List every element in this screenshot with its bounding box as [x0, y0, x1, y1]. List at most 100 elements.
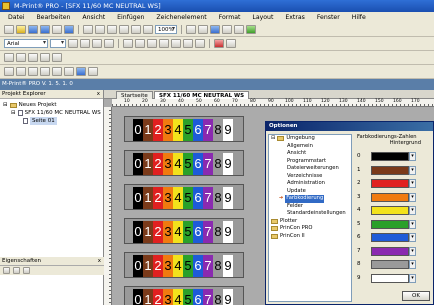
font-size-select[interactable]: [50, 39, 66, 48]
options-tree-item-selected[interactable]: ➔ Farbkodierung: [269, 195, 351, 203]
options-tree-item[interactable]: Plotter: [269, 218, 351, 226]
menu-format[interactable]: Format: [214, 12, 246, 23]
print-preview-icon[interactable]: [64, 25, 74, 34]
close-icon[interactable]: x: [98, 257, 101, 266]
label-strip[interactable]: 0123456789: [124, 252, 244, 278]
tree-item-project[interactable]: ⊟ Neues Projekt: [3, 101, 103, 109]
expand-icon[interactable]: ⊟: [271, 135, 275, 143]
strikethrough-icon[interactable]: [104, 39, 114, 48]
open-icon[interactable]: [16, 25, 26, 34]
delete-icon[interactable]: [119, 25, 129, 34]
options-tree-item[interactable]: Programmstart: [269, 158, 351, 166]
options-tree-item[interactable]: ⊟ Umgebung: [269, 135, 351, 143]
options-tree-item[interactable]: Verzeichnisse: [269, 173, 351, 181]
menu-extras[interactable]: Extras: [280, 12, 310, 23]
color-swatch[interactable]: [371, 273, 409, 283]
options-tree-item[interactable]: Administration: [269, 180, 351, 188]
expand-icon[interactable]: ⊟: [11, 109, 16, 117]
options-tree-item[interactable]: PrinCon PRO: [269, 225, 351, 233]
options-tree-item[interactable]: Ansicht: [269, 150, 351, 158]
polygon-tool-icon[interactable]: [64, 67, 74, 76]
options-tree-item[interactable]: PrinCon II: [269, 233, 351, 241]
chevron-down-icon[interactable]: ▾: [409, 179, 416, 188]
menu-bearbeiten[interactable]: Bearbeiten: [31, 12, 75, 23]
frame-icon[interactable]: [195, 39, 205, 48]
menu-einfuegen[interactable]: Einfügen: [112, 12, 149, 23]
label-strip[interactable]: 0123456789: [124, 286, 244, 305]
label-strip[interactable]: 0123456789: [124, 218, 244, 244]
barcode-tool-icon[interactable]: [88, 67, 98, 76]
layout-icon[interactable]: [210, 25, 220, 34]
cut-icon[interactable]: [83, 25, 93, 34]
print-icon[interactable]: [52, 25, 62, 34]
categorized-icon[interactable]: [3, 267, 10, 274]
justify-icon[interactable]: [159, 39, 169, 48]
text-tool-icon[interactable]: [16, 67, 26, 76]
options-tree-item[interactable]: Allgemein: [269, 143, 351, 151]
chevron-down-icon[interactable]: ▾: [409, 260, 416, 269]
menu-ansicht[interactable]: Ansicht: [77, 12, 110, 23]
expand-icon[interactable]: ⊟: [3, 101, 8, 109]
arrow-icon[interactable]: [28, 53, 38, 62]
image-tool-icon[interactable]: [76, 67, 86, 76]
label-strip[interactable]: 0123456789: [124, 116, 244, 142]
menu-layout[interactable]: Layout: [247, 12, 278, 23]
options-tree-item[interactable]: Standardeinstellungen: [269, 210, 351, 218]
options-tree-item[interactable]: Update: [269, 188, 351, 196]
undo-icon[interactable]: [131, 25, 141, 34]
rotate-icon[interactable]: [171, 39, 181, 48]
alphabetical-icon[interactable]: [13, 267, 20, 274]
align-center-icon[interactable]: [135, 39, 145, 48]
color-swatch[interactable]: [371, 206, 409, 215]
copy-icon[interactable]: [95, 25, 105, 34]
zoom-select[interactable]: 100%: [155, 25, 177, 34]
color-swatch[interactable]: [371, 152, 409, 161]
align-right-icon[interactable]: [147, 39, 157, 48]
sort-icon[interactable]: [234, 25, 244, 34]
label-strip[interactable]: 0123456789: [124, 184, 244, 210]
tree-item-layout[interactable]: ⊟ SFX 11/60 MC NEUTRAL WS: [3, 109, 103, 117]
color-swatch[interactable]: [371, 260, 409, 269]
bold-icon[interactable]: [68, 39, 78, 48]
chevron-down-icon[interactable]: ▾: [409, 206, 416, 215]
dash-icon[interactable]: [40, 53, 50, 62]
save-icon[interactable]: [28, 25, 38, 34]
line-width-icon[interactable]: [16, 53, 26, 62]
align-left-icon[interactable]: [123, 39, 133, 48]
underline-icon[interactable]: [92, 39, 102, 48]
font-color-icon[interactable]: [214, 39, 224, 48]
chevron-down-icon[interactable]: ▾: [409, 152, 416, 161]
chevron-down-icon[interactable]: ▾: [409, 192, 416, 202]
menu-zeichenelement[interactable]: Zeichenelement: [151, 12, 211, 23]
grid-icon[interactable]: [186, 25, 196, 34]
chevron-down-icon[interactable]: ▾: [409, 165, 416, 175]
line-style-icon[interactable]: [4, 53, 14, 62]
color-swatch[interactable]: [371, 179, 409, 188]
mirror-icon[interactable]: [183, 39, 193, 48]
color-swatch[interactable]: [371, 219, 409, 229]
paste-icon[interactable]: [107, 25, 117, 34]
rectangle-tool-icon[interactable]: [52, 67, 62, 76]
redo-icon[interactable]: [143, 25, 153, 34]
chevron-down-icon[interactable]: ▾: [409, 233, 416, 242]
tab-sfx-layout[interactable]: SFX 11/60 MC NEUTRAL WS: [154, 91, 250, 99]
color-swatch[interactable]: [371, 165, 409, 175]
property-pages-icon[interactable]: [23, 267, 30, 274]
chevron-down-icon[interactable]: ▾: [409, 246, 416, 256]
new-icon[interactable]: [4, 25, 14, 34]
menu-datei[interactable]: Datei: [0, 12, 30, 23]
font-select[interactable]: Arial: [4, 39, 48, 48]
menu-fenster[interactable]: Fenster: [312, 12, 345, 23]
pointer-icon[interactable]: [4, 67, 14, 76]
ok-button[interactable]: OK: [402, 291, 430, 301]
table-icon[interactable]: [198, 25, 208, 34]
align-icon[interactable]: [222, 25, 232, 34]
chevron-down-icon[interactable]: ▾: [409, 273, 416, 283]
close-icon[interactable]: x: [97, 90, 100, 99]
fill-color-icon[interactable]: [226, 39, 236, 48]
save-all-icon[interactable]: [40, 25, 50, 34]
line-end-icon[interactable]: [52, 53, 62, 62]
tree-item-page[interactable]: Seite 01: [3, 117, 103, 125]
ellipse-tool-icon[interactable]: [40, 67, 50, 76]
line-tool-icon[interactable]: [28, 67, 38, 76]
